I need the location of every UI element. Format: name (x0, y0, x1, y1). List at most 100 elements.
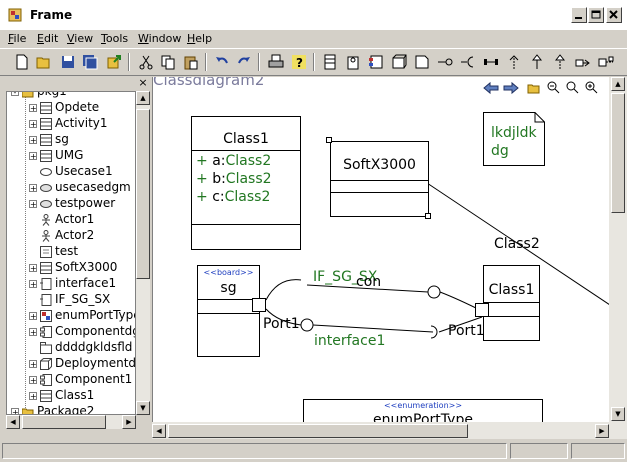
scroll-thumb[interactable] (22, 415, 106, 429)
expand-icon[interactable]: + (29, 104, 37, 113)
port-square[interactable] (252, 298, 266, 312)
scroll-down-button[interactable]: ▼ (136, 401, 150, 415)
cut-icon[interactable] (138, 54, 154, 70)
scroll-up-button[interactable]: ▲ (136, 91, 150, 105)
note-text: lkdjldk (491, 125, 537, 141)
stereotype-label: <<enumeration>> (383, 401, 463, 410)
divider (331, 180, 428, 181)
class-box-class1-small[interactable]: Class1 (483, 265, 540, 341)
usecase-icon (40, 166, 52, 178)
tree-item-label: enumPortType (55, 308, 136, 322)
window-title: Frame (30, 8, 73, 22)
scroll-thumb[interactable] (136, 109, 150, 279)
association-tool-icon[interactable] (575, 54, 591, 70)
selection-handle[interactable] (326, 137, 332, 143)
class-box-softx3000[interactable]: SoftX3000 (330, 141, 429, 217)
menu-help[interactable]: Help (187, 32, 212, 45)
expand-icon[interactable]: + (29, 136, 37, 145)
divider (192, 224, 300, 225)
expand-icon[interactable]: + (29, 264, 37, 273)
redo-icon[interactable] (236, 54, 252, 70)
title-bar: Frame (0, 0, 627, 30)
class-icon (40, 390, 52, 402)
class-box-class1[interactable]: Class1 + a:Class2 + b:Class2 + c:Class2 (191, 116, 301, 250)
svg-text:?: ? (296, 56, 303, 70)
expand-icon[interactable]: + (29, 200, 37, 209)
class-icon (40, 102, 52, 114)
print-icon[interactable] (268, 54, 284, 70)
menu-file[interactable]: File (8, 32, 26, 45)
interface-tool-icon[interactable] (345, 54, 361, 70)
scroll-thumb[interactable] (168, 424, 468, 438)
menu-view[interactable]: View (67, 32, 93, 45)
tree-vertical-scrollbar[interactable]: ▲ ▼ (136, 91, 150, 415)
tree-item-label: Activity1 (55, 116, 108, 130)
canvas-horizontal-scrollbar[interactable]: ◀ ▶ (152, 422, 609, 439)
port-square[interactable] (475, 303, 489, 317)
class-name: sg (220, 280, 237, 296)
expand-icon[interactable]: + (29, 360, 37, 369)
expand-icon[interactable]: + (29, 280, 37, 289)
attribute-row[interactable]: + c:Class2 (196, 189, 270, 205)
generalization-tool-icon[interactable] (529, 54, 545, 70)
selection-handle[interactable] (425, 213, 431, 219)
expand-icon[interactable]: + (29, 328, 37, 337)
actor-icon (40, 230, 52, 242)
scroll-right-button[interactable]: ▶ (595, 424, 609, 438)
scroll-left-button[interactable]: ◀ (6, 415, 20, 429)
save-icon[interactable] (60, 54, 76, 70)
maximize-button[interactable] (588, 7, 604, 23)
component-icon (40, 374, 52, 386)
save-all-icon[interactable] (82, 54, 98, 70)
expand-icon[interactable]: + (29, 392, 37, 401)
class-icon (40, 150, 52, 162)
socket-tool-icon[interactable] (460, 54, 476, 70)
node-tool-icon[interactable] (391, 54, 407, 70)
help-icon[interactable]: ? (291, 54, 307, 70)
folder-icon (21, 92, 34, 98)
scroll-down-button[interactable]: ▼ (611, 407, 625, 421)
expand-icon[interactable]: + (29, 184, 37, 193)
scroll-right-button[interactable]: ▶ (122, 415, 136, 429)
attribute-row[interactable]: + a:Class2 (196, 153, 271, 169)
tree-item-label: UMG (55, 148, 84, 162)
new-icon[interactable] (14, 54, 30, 70)
menu-tools[interactable]: Tools (101, 32, 128, 45)
undo-icon[interactable] (214, 54, 230, 70)
collapse-icon[interactable]: - (11, 92, 19, 97)
expand-icon[interactable]: + (11, 408, 19, 414)
scroll-thumb[interactable] (611, 93, 625, 213)
tree-item-label: sg (55, 132, 69, 146)
expand-icon[interactable]: + (29, 376, 37, 385)
menu-window[interactable]: Window (138, 32, 181, 45)
export-icon[interactable] (106, 54, 122, 70)
tree-horizontal-scrollbar[interactable]: ◀ ▶ (6, 415, 136, 429)
expand-icon[interactable]: + (29, 120, 37, 129)
dependency-tool-icon[interactable] (506, 54, 522, 70)
open-icon[interactable] (36, 54, 52, 70)
connector-tool-icon[interactable] (483, 54, 499, 70)
close-panel-icon[interactable]: × (137, 77, 149, 89)
diagram-canvas[interactable]: Classdiagram2 Class1 + a:Class2 + b:Clas… (152, 77, 610, 439)
canvas-vertical-scrollbar[interactable]: ▲ ▼ (609, 77, 627, 439)
class-tool-icon[interactable] (322, 54, 338, 70)
scroll-up-button[interactable]: ▲ (611, 77, 625, 91)
diagram-icon (40, 246, 52, 258)
expand-icon[interactable]: + (29, 152, 37, 161)
lollipop-tool-icon[interactable] (437, 54, 453, 70)
class-box-sg[interactable]: <<board>> sg (197, 265, 260, 357)
menu-edit[interactable]: Edit (37, 32, 58, 45)
attribute-row[interactable]: + b:Class2 (196, 171, 272, 187)
expand-icon[interactable]: + (29, 312, 37, 321)
realization-tool-icon[interactable] (552, 54, 568, 70)
tree-item-label: Usecase1 (55, 164, 113, 178)
close-button[interactable] (606, 7, 622, 23)
copy-icon[interactable] (160, 54, 176, 70)
paste-icon[interactable] (183, 54, 199, 70)
note-link-tool-icon[interactable] (598, 54, 614, 70)
minimize-button[interactable] (571, 7, 587, 23)
component-tool-icon[interactable] (368, 54, 384, 70)
note-tool-icon[interactable] (414, 54, 430, 70)
usecase-diagram-icon (40, 182, 52, 194)
scroll-left-button[interactable]: ◀ (152, 424, 166, 438)
